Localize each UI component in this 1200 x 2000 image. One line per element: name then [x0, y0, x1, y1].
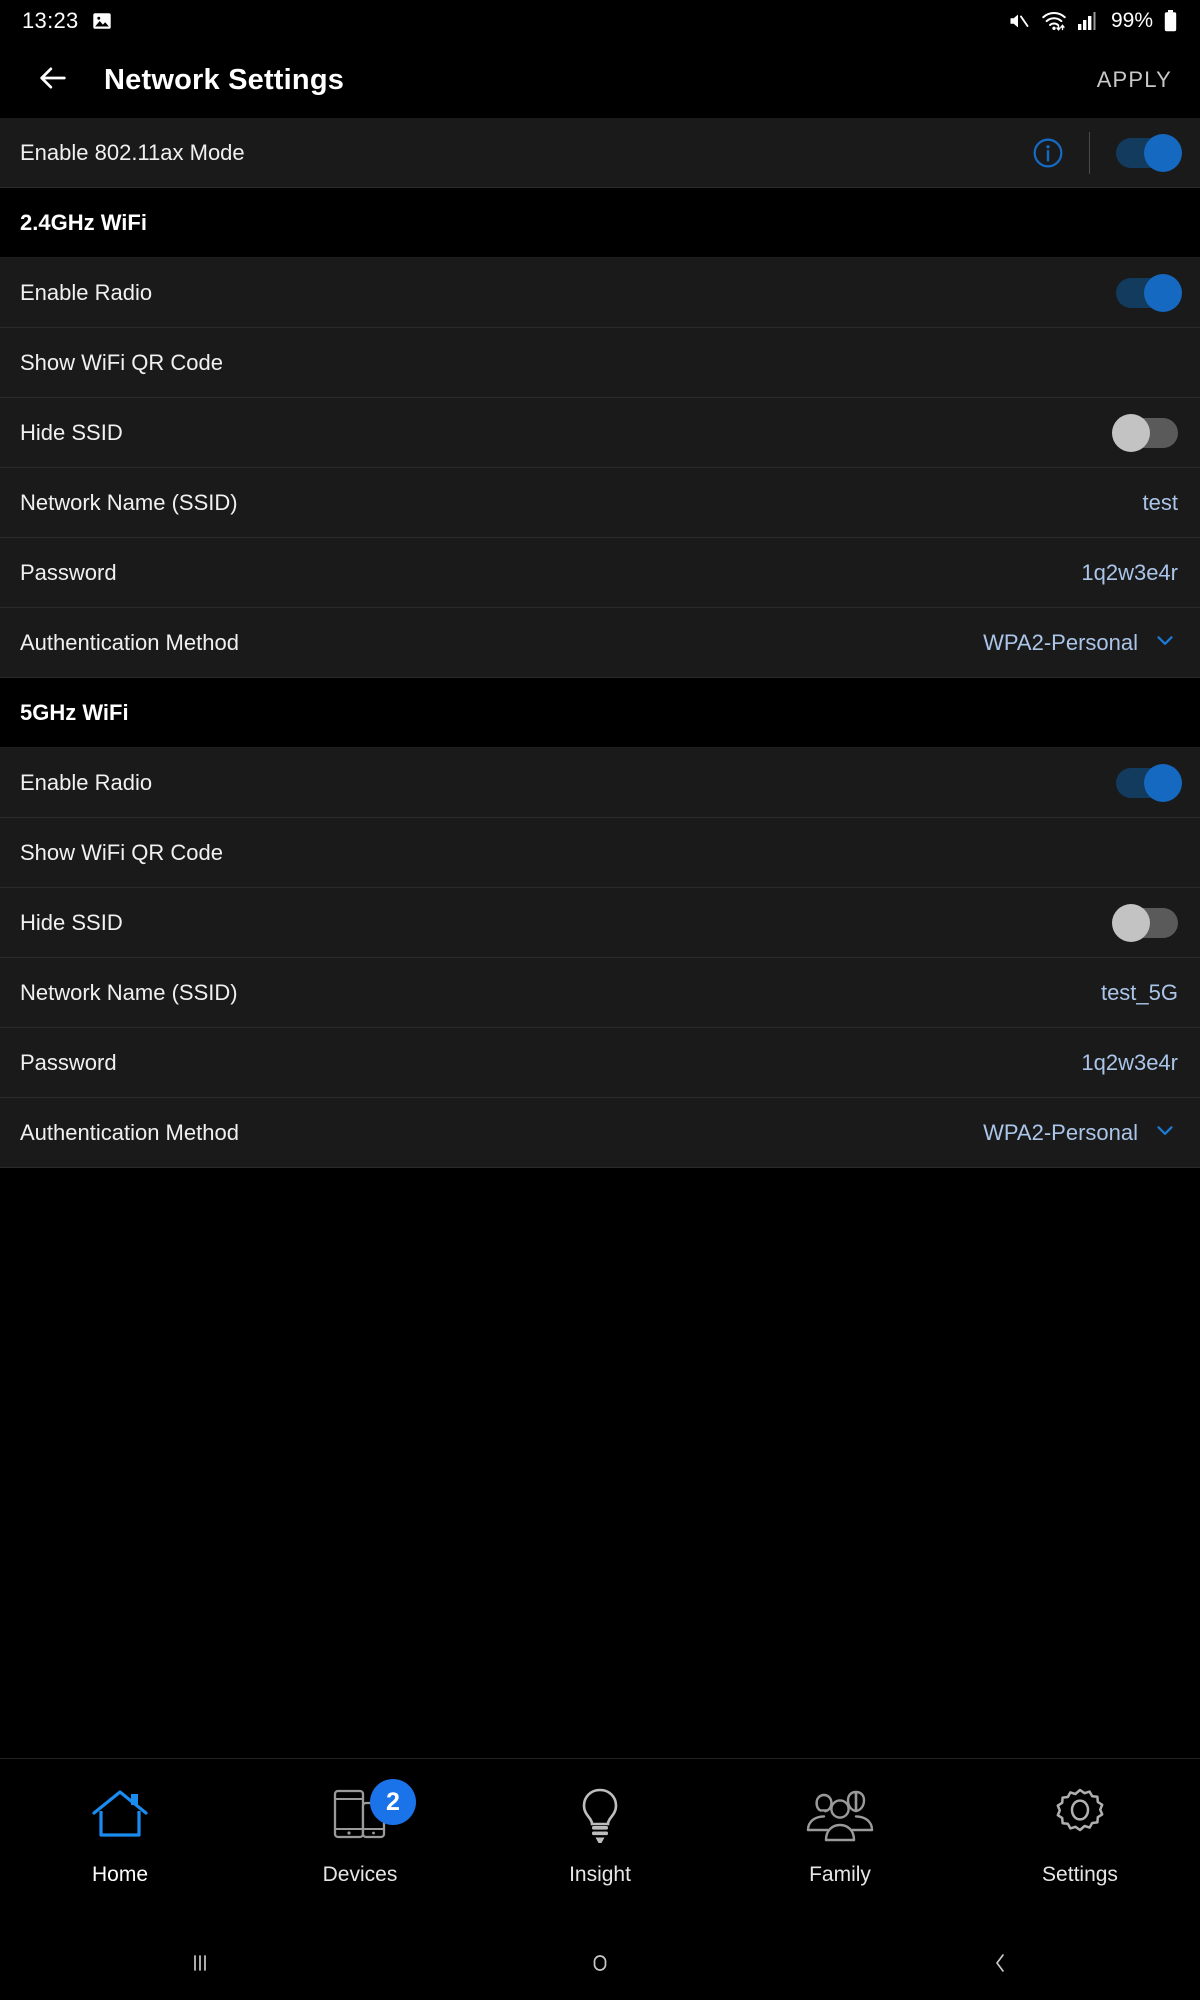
chevron-down-icon	[1152, 627, 1178, 658]
bottom-navigation: Home 2 Devices	[0, 1758, 1200, 1930]
row-5-show-qr[interactable]: Show WiFi QR Code	[0, 818, 1200, 888]
vertical-divider	[1089, 132, 1090, 174]
status-bar-right: 99%	[1007, 9, 1178, 33]
row-5-enable-radio[interactable]: Enable Radio	[0, 748, 1200, 818]
row-label: Network Name (SSID)	[20, 980, 1101, 1006]
row-label: Authentication Method	[20, 630, 983, 656]
value-5-password[interactable]: 1q2w3e4r	[1081, 1050, 1178, 1076]
back-chevron-icon	[986, 1949, 1014, 1982]
nav-label: Devices	[310, 1863, 410, 1887]
row-5-password[interactable]: Password 1q2w3e4r	[0, 1028, 1200, 1098]
toggle-enable-802-11ax[interactable]	[1116, 138, 1178, 168]
nav-item-settings[interactable]: Settings	[960, 1759, 1200, 1930]
back-button[interactable]	[30, 57, 76, 103]
row-2-4-hide-ssid[interactable]: Hide SSID	[0, 398, 1200, 468]
select-5-auth-method[interactable]: WPA2-Personal	[983, 1117, 1178, 1148]
arrow-left-icon	[36, 61, 70, 100]
section-title: 2.4GHz WiFi	[20, 210, 147, 236]
row-label: Authentication Method	[20, 1120, 983, 1146]
row-label: Network Name (SSID)	[20, 490, 1143, 516]
nav-item-family[interactable]: Family	[720, 1759, 960, 1930]
section-title: 5GHz WiFi	[20, 700, 129, 726]
nav-label: Family	[790, 1863, 890, 1887]
row-label: Enable Radio	[20, 770, 1116, 796]
cellular-signal-icon	[1077, 10, 1101, 32]
android-navigation-bar	[0, 1930, 1200, 2000]
status-bar-left: 13:23	[22, 8, 113, 34]
page-title: Network Settings	[104, 64, 344, 97]
nav-label: Settings	[1030, 1863, 1130, 1887]
value-5-ssid[interactable]: test_5G	[1101, 980, 1178, 1006]
row-label: Hide SSID	[20, 420, 1116, 446]
section-header-2-4ghz: 2.4GHz WiFi	[0, 188, 1200, 258]
value-2-4-ssid[interactable]: test	[1143, 490, 1178, 516]
recent-apps-icon	[186, 1949, 214, 1982]
select-2-4-auth-method[interactable]: WPA2-Personal	[983, 627, 1178, 658]
row-label: Hide SSID	[20, 910, 1116, 936]
row-5-hide-ssid[interactable]: Hide SSID	[0, 888, 1200, 958]
row-2-4-enable-radio[interactable]: Enable Radio	[0, 258, 1200, 328]
home-button[interactable]	[540, 1930, 660, 2000]
status-time: 13:23	[22, 8, 79, 34]
recent-apps-button[interactable]	[140, 1930, 260, 2000]
row-label: Enable 802.11ax Mode	[20, 140, 1031, 166]
nav-item-insight[interactable]: Insight	[480, 1759, 720, 1930]
row-2-4-auth-method[interactable]: Authentication Method WPA2-Personal	[0, 608, 1200, 678]
status-bar: 13:23	[0, 0, 1200, 42]
devices-badge: 2	[370, 1779, 416, 1825]
row-label: Password	[20, 1050, 1081, 1076]
section-header-5ghz: 5GHz WiFi	[0, 678, 1200, 748]
home-icon	[89, 1783, 151, 1849]
row-label: Enable Radio	[20, 280, 1116, 306]
toggle-5-enable-radio[interactable]	[1116, 768, 1178, 798]
toggle-2-4-enable-radio[interactable]	[1116, 278, 1178, 308]
row-5-ssid[interactable]: Network Name (SSID) test_5G	[0, 958, 1200, 1028]
value-2-4-password[interactable]: 1q2w3e4r	[1081, 560, 1178, 586]
phone-screen: 13:23	[0, 0, 1200, 2000]
row-5-auth-method[interactable]: Authentication Method WPA2-Personal	[0, 1098, 1200, 1168]
gear-icon	[1049, 1783, 1111, 1849]
bulb-icon	[572, 1783, 628, 1849]
battery-percent: 99%	[1111, 9, 1153, 33]
home-circle-icon	[586, 1949, 614, 1982]
chevron-down-icon	[1152, 1117, 1178, 1148]
mute-icon	[1007, 9, 1031, 33]
value-2-4-auth-method: WPA2-Personal	[983, 630, 1138, 656]
row-label: Password	[20, 560, 1081, 586]
app-bar: Network Settings APPLY	[0, 42, 1200, 118]
nav-label: Insight	[550, 1863, 650, 1887]
info-icon[interactable]	[1031, 136, 1065, 170]
nav-item-home[interactable]: Home	[0, 1759, 240, 1930]
row-label: Show WiFi QR Code	[20, 840, 1178, 866]
nav-label: Home	[70, 1863, 170, 1887]
row-2-4-show-qr[interactable]: Show WiFi QR Code	[0, 328, 1200, 398]
apply-button[interactable]: APPLY	[1097, 67, 1172, 93]
wifi-icon	[1041, 9, 1067, 33]
back-button-nav[interactable]	[940, 1930, 1060, 2000]
settings-list: Enable 802.11ax Mode 2.4GHz WiFi Enable …	[0, 118, 1200, 1758]
row-2-4-password[interactable]: Password 1q2w3e4r	[0, 538, 1200, 608]
row-label: Show WiFi QR Code	[20, 350, 1178, 376]
battery-icon	[1163, 9, 1178, 33]
row-trailing-controls	[1031, 132, 1178, 174]
row-2-4-ssid[interactable]: Network Name (SSID) test	[0, 468, 1200, 538]
family-icon	[802, 1783, 878, 1849]
toggle-2-4-hide-ssid[interactable]	[1116, 418, 1178, 448]
nav-item-devices[interactable]: 2 Devices	[240, 1759, 480, 1930]
toggle-5-hide-ssid[interactable]	[1116, 908, 1178, 938]
value-5-auth-method: WPA2-Personal	[983, 1120, 1138, 1146]
image-icon	[91, 10, 113, 32]
devices-icon: 2	[330, 1783, 390, 1849]
row-enable-802-11ax[interactable]: Enable 802.11ax Mode	[0, 118, 1200, 188]
